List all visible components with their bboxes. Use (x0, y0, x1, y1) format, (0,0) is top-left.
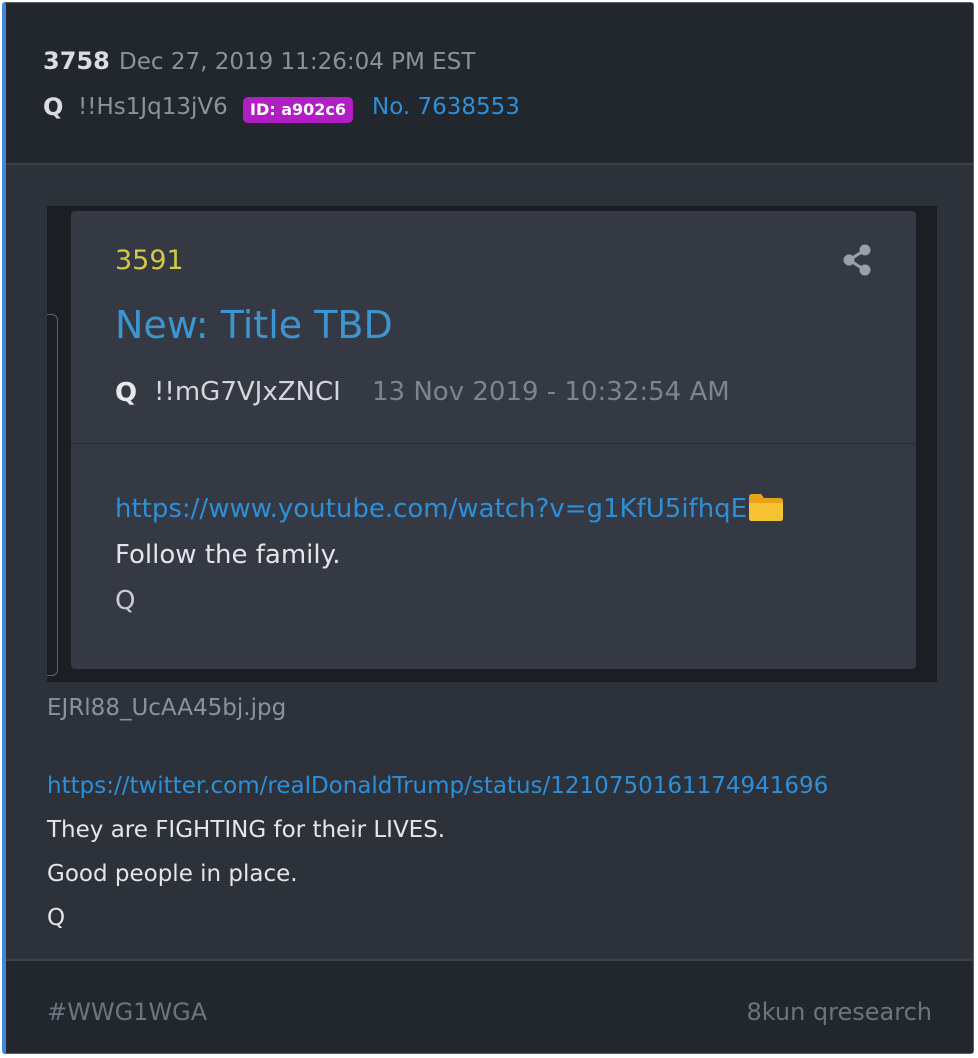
quoted-author-tripcode: !!mG7VJxZNCI (154, 377, 341, 407)
post-number-link[interactable]: No. 7638553 (372, 94, 520, 120)
quoted-signature: Q (115, 586, 136, 616)
post-card: 3758 Dec 27, 2019 11:26:04 PM EST Q !!Hs… (2, 2, 974, 1054)
folder-icon[interactable] (748, 492, 784, 522)
share-icon[interactable] (841, 243, 873, 277)
twitter-link[interactable]: https://twitter.com/realDonaldTrump/stat… (47, 773, 828, 799)
quoted-post-title[interactable]: New: Title TBD (115, 303, 393, 347)
quoted-post: 3591 New: Title TBD Q !!mG7VJxZNCI 13 No… (71, 211, 916, 669)
id-badge: ID: a902c6 (243, 97, 354, 123)
quoted-author-name: Q (115, 378, 138, 408)
quoted-text-line: Follow the family. (115, 540, 341, 570)
post-date: Dec 27, 2019 11:26:04 PM EST (119, 49, 476, 75)
post-header: 3758 Dec 27, 2019 11:26:04 PM EST Q !!Hs… (6, 3, 973, 165)
quoted-post-date: 13 Nov 2019 - 10:32:54 AM (372, 377, 730, 407)
author-name: Q (43, 93, 64, 121)
quoted-post-header: 3591 New: Title TBD Q !!mG7VJxZNCI 13 No… (71, 211, 916, 444)
post-number: 3758 (43, 47, 110, 75)
quoted-link-row: https://www.youtube.com/watch?v=g1KfU5if… (115, 492, 784, 524)
attachment-filename[interactable]: EJRl88_UcAA45bj.jpg (47, 695, 286, 721)
footer-source: 8kun qresearch (746, 998, 932, 1026)
body-text-line: Good people in place. (47, 861, 298, 887)
post-footer: #WWG1WGA 8kun qresearch (6, 959, 973, 1053)
footer-hashtag: #WWG1WGA (47, 998, 208, 1026)
quoted-post-number: 3591 (115, 245, 184, 276)
body-signature: Q (47, 905, 66, 931)
quote-frame-edge (47, 314, 58, 676)
youtube-link[interactable]: https://www.youtube.com/watch?v=g1KfU5if… (115, 494, 747, 524)
author-tripcode: !!Hs1Jq13jV6 (78, 94, 228, 120)
body-text-line: They are FIGHTING for their LIVES. (47, 817, 446, 843)
